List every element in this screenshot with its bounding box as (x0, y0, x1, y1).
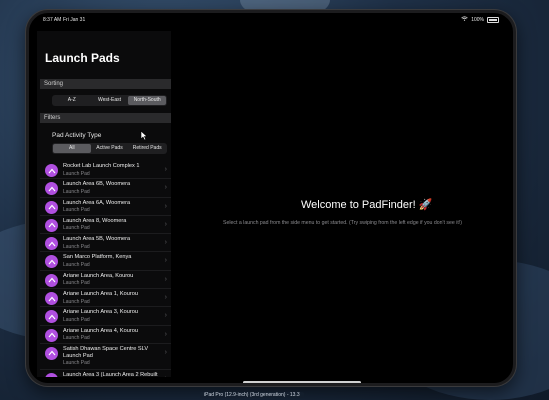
simulator-caption: iPad Pro (12.9-inch) (3rd generation) - … (200, 392, 304, 398)
chevron-right-icon: › (164, 257, 167, 265)
welcome-subtitle: Select a launch pad from the side menu t… (223, 220, 462, 226)
pad-type: Launch Pad (63, 335, 90, 342)
pad-name: Launch Area 8, Woomera (63, 217, 127, 224)
list-item[interactable]: Launch Area 6B, Woomera Launch Pad › (40, 179, 171, 198)
sort-option-a-z[interactable]: A-Z (53, 96, 91, 105)
list-item[interactable]: Ariane Launch Area 1, Kourou Launch Pad › (40, 289, 171, 308)
pad-name: Ariane Launch Area 4, Kourou (63, 327, 138, 334)
launch-pad-icon (45, 273, 58, 287)
list-item[interactable]: Ariane Launch Area 4, Kourou Launch Pad › (40, 326, 171, 344)
sidebar-title: Launch Pads (45, 51, 120, 65)
launch-pad-icon (45, 292, 58, 306)
chevron-right-icon: › (164, 330, 167, 338)
list-item[interactable]: Launch Area 8, Woomera Launch Pad › (40, 216, 171, 235)
wifi-icon (461, 16, 468, 23)
battery-icon (487, 16, 499, 23)
activity-option-all[interactable]: All (53, 144, 91, 153)
status-indicators: 100% (461, 16, 499, 23)
chevron-right-icon: › (164, 184, 167, 192)
list-item[interactable]: Satish Dhawan Space Centre SLV Launch Pa… (40, 344, 171, 370)
sort-segmented-control[interactable]: A-Z West-East North-South (52, 95, 167, 106)
pad-name: Launch Area 3 (Launch Area 2 Rebuilt 200… (63, 371, 158, 377)
pad-type: Launch Pad (63, 298, 90, 305)
pad-type: Launch Pad (63, 280, 90, 287)
pad-type: Launch Pad (63, 225, 90, 232)
launch-pad-icon (45, 182, 58, 196)
launch-pad-icon (45, 237, 58, 251)
pad-type: Launch Pad (63, 243, 90, 250)
filters-header: Filters (40, 113, 171, 123)
sort-option-west-east[interactable]: West-East (91, 96, 129, 105)
pad-name: Satish Dhawan Space Centre SLV Launch Pa… (63, 345, 149, 359)
activity-type-label: Pad Activity Type (52, 132, 102, 139)
chevron-right-icon: › (164, 220, 167, 228)
status-time: 8:37 AM (43, 17, 62, 23)
list-item[interactable]: Launch Area 6A, Woomera Launch Pad › (40, 198, 171, 216)
list-item[interactable]: Ariane Launch Area 3, Kourou Launch Pad › (40, 307, 171, 326)
list-item[interactable]: San Marco Platform, Kenya Launch Pad › (40, 252, 171, 271)
pad-type: Launch Pad (63, 207, 90, 214)
launch-pad-icon (45, 200, 58, 214)
list-item[interactable]: Ariane Launch Area, Kourou Launch Pad › (40, 271, 171, 290)
pad-type: Launch Pad (63, 188, 90, 195)
list-item[interactable]: Launch Area 5B, Woomera Launch Pad › (40, 234, 171, 253)
pad-name: Ariane Launch Area, Kourou (63, 272, 134, 279)
activity-segmented-control[interactable]: All Active Pads Retired Pads (52, 143, 167, 154)
home-indicator[interactable] (243, 381, 361, 383)
status-bar: 8:37 AM Fri Jan 31 100% (29, 13, 513, 27)
chevron-right-icon: › (164, 294, 167, 302)
launch-pad-icon (45, 164, 58, 177)
battery-percent: 100% (471, 16, 484, 23)
pad-name: Rocket Lab Launch Complex 1 (63, 163, 140, 169)
welcome-title: Welcome to PadFinder! 🚀 (301, 199, 433, 211)
list-item[interactable]: Launch Area 3 (Launch Area 2 Rebuilt 200… (40, 370, 171, 377)
launch-pad-list: Rocket Lab Launch Complex 1 Launch Pad › La… (40, 161, 171, 377)
pad-name: Ariane Launch Area 1, Kourou (63, 291, 138, 298)
sorting-header: Sorting (40, 79, 171, 89)
chevron-right-icon: › (164, 166, 167, 173)
launch-pad-icon (45, 310, 58, 324)
ipad-screen: 8:37 AM Fri Jan 31 100% Launch Pads Sort… (26, 10, 516, 386)
launch-pad-icon (45, 346, 58, 360)
chevron-right-icon: › (164, 275, 167, 283)
sidebar: Launch Pads Sorting A-Z West-East North-… (37, 31, 171, 377)
pad-name: Launch Area 6B, Woomera (63, 181, 131, 188)
pad-type: Launch Pad (63, 316, 90, 323)
pad-type: Launch Pad (63, 170, 90, 177)
activity-option-active[interactable]: Active Pads (91, 144, 129, 153)
sort-option-north-south[interactable]: North-South (128, 96, 167, 105)
pad-name: Launch Area 5B, Woomera (63, 236, 131, 243)
launch-pad-icon (45, 218, 58, 232)
status-date: Fri Jan 31 (63, 17, 86, 23)
pad-name: Launch Area 6A, Woomera (63, 199, 131, 206)
pad-name: Ariane Launch Area 3, Kourou (63, 309, 138, 316)
pad-name: San Marco Platform, Kenya (63, 254, 132, 261)
pad-type: Launch Pad (63, 359, 90, 366)
chevron-right-icon: › (164, 312, 167, 320)
chevron-right-icon: › (164, 202, 167, 210)
launch-pad-icon (45, 372, 58, 377)
launch-pad-icon (45, 255, 58, 269)
pad-type: Launch Pad (63, 261, 90, 268)
list-item[interactable]: Rocket Lab Launch Complex 1 Launch Pad › (40, 161, 171, 180)
launch-pad-icon (45, 328, 58, 342)
chevron-right-icon: › (164, 239, 167, 247)
activity-option-retired[interactable]: Retired Pads (128, 144, 166, 153)
chevron-right-icon: › (164, 348, 167, 356)
mouse-cursor-icon (140, 130, 148, 141)
chevron-right-icon: › (165, 375, 167, 377)
